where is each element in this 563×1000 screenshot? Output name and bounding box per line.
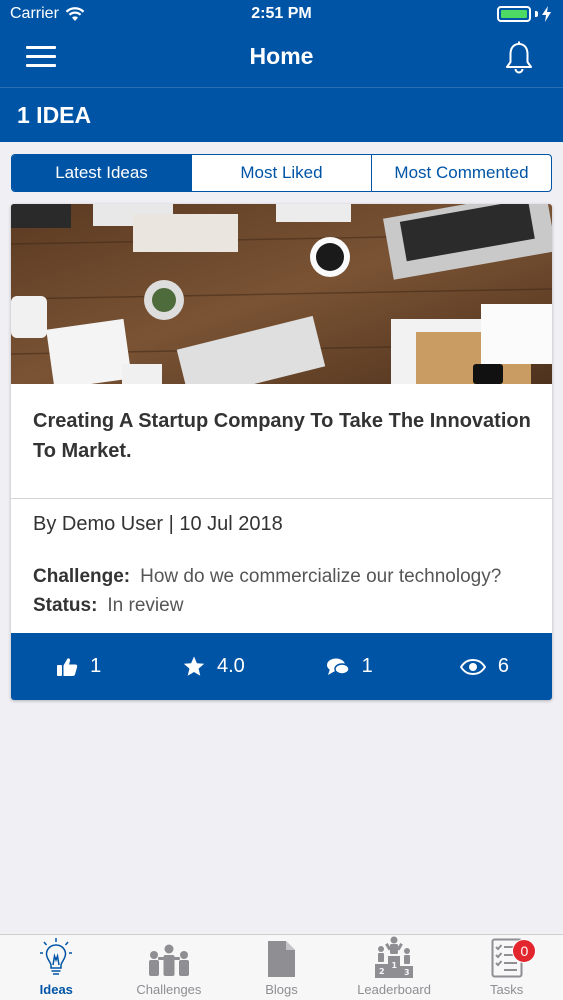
segment-latest-ideas[interactable]: Latest Ideas (12, 155, 191, 191)
comment-count: 1 (361, 655, 373, 677)
page-title: Home (249, 43, 314, 69)
views-stat[interactable]: 6 (417, 633, 552, 700)
segment-most-liked[interactable]: Most Liked (191, 155, 371, 191)
svg-text:2: 2 (379, 967, 385, 976)
status-row: Status: In review (33, 595, 183, 617)
tab-blogs-label: Blogs (265, 982, 298, 997)
tab-challenges-label: Challenges (136, 982, 202, 997)
charging-bolt-icon (542, 6, 551, 22)
idea-card[interactable]: Creating A Startup Company To Take The I… (11, 204, 552, 700)
rating-value: 4.0 (216, 655, 245, 677)
idea-stats-bar: 1 4.0 1 6 (11, 633, 552, 700)
tab-leaderboard-label: Leaderboard (357, 982, 431, 997)
svg-text:1: 1 (392, 961, 398, 970)
lightbulb-icon (40, 938, 73, 975)
card-divider (11, 498, 552, 499)
like-stat[interactable]: 1 (11, 633, 146, 700)
idea-byline: By Demo User | 10 Jul 2018 (33, 513, 283, 535)
tab-tasks[interactable]: 0 Tasks (450, 935, 563, 1000)
segment-most-commented[interactable]: Most Commented (371, 155, 551, 191)
svg-text:3: 3 (404, 968, 410, 977)
tab-leaderboard[interactable]: 12 3 Leaderboard (338, 935, 451, 1000)
tab-ideas[interactable]: Ideas (0, 935, 113, 1000)
bottom-tab-bar: Ideas Challenges Blogs 1 2 3 Leaderboard… (0, 934, 563, 1000)
like-count: 1 (90, 655, 102, 677)
podium-icon: 12 3 (375, 936, 414, 978)
tab-ideas-label: Ideas (39, 982, 73, 997)
status-value: In review (107, 595, 184, 616)
tasks-count-badge: 0 (512, 939, 537, 963)
people-group-icon (148, 944, 189, 976)
top-bar: Carrier 2:51 PM Home (0, 0, 563, 88)
challenge-value: How do we commercialize our technology? (140, 566, 502, 587)
tab-challenges[interactable]: Challenges (113, 935, 226, 1000)
status-time: 2:51 PM (251, 5, 312, 22)
views-count: 6 (497, 655, 509, 677)
comments-icon (326, 658, 350, 675)
tab-blogs[interactable]: Blogs (225, 935, 338, 1000)
battery-indicator (497, 6, 551, 22)
battery-icon (497, 6, 531, 22)
star-icon (183, 656, 205, 676)
ideas-count-header: 1 IDEA (0, 88, 563, 142)
tab-tasks-label: Tasks (490, 982, 524, 997)
document-icon (268, 941, 296, 977)
rating-stat[interactable]: 4.0 (146, 633, 281, 700)
challenge-label: Challenge: (33, 566, 131, 587)
challenge-row: Challenge: How do we commercialize our te… (33, 566, 533, 588)
comment-stat[interactable]: 1 (282, 633, 417, 700)
bell-icon[interactable] (501, 40, 537, 76)
idea-cover-image[interactable] (11, 204, 552, 384)
thumbs-up-icon (57, 657, 78, 676)
navigation-bar: Home (0, 30, 563, 87)
status-label: Status: (33, 595, 98, 616)
idea-title[interactable]: Creating A Startup Company To Take The I… (33, 406, 533, 466)
sort-segmented-control: Latest Ideas Most Liked Most Commented (11, 154, 552, 192)
status-bar: Carrier 2:51 PM (0, 0, 563, 30)
eye-icon (459, 658, 486, 675)
